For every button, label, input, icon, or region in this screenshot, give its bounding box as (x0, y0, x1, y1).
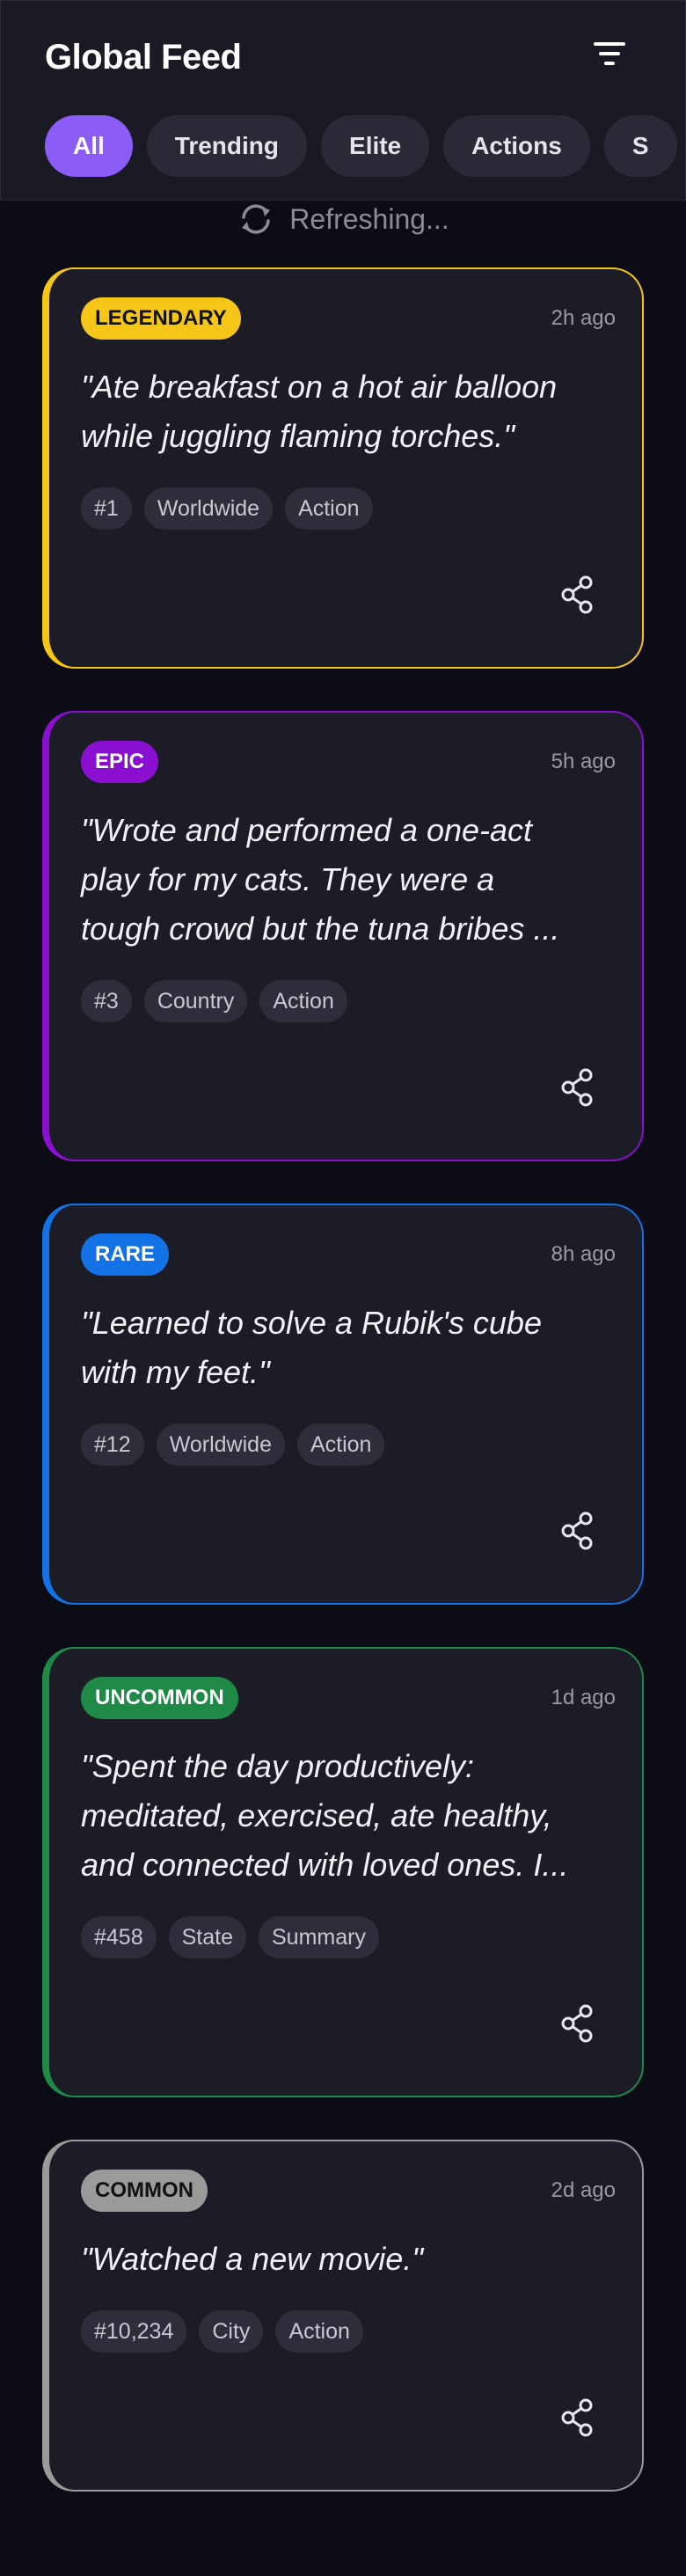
tag-chip: City (199, 2310, 264, 2353)
share-icon (561, 1068, 593, 1107)
filter-chip-s[interactable]: S (603, 115, 677, 177)
tag-chip: #3 (81, 980, 132, 1022)
tag-chip: Action (296, 1423, 385, 1466)
feed-card-uncommon[interactable]: UNCOMMON 1d ago "Spent the day productivel… (42, 1647, 644, 2097)
post-timestamp: 5h ago (551, 750, 616, 773)
share-button[interactable] (554, 572, 600, 618)
share-icon (561, 575, 593, 614)
refresh-indicator: Refreshing... (0, 195, 686, 243)
tag-chip: #10,234 (81, 2310, 187, 2353)
post-tags: #12 Worldwide Action (81, 1423, 397, 1466)
share-button[interactable] (554, 1065, 600, 1110)
post-tags: #3 Country Action (81, 980, 360, 1022)
share-icon (561, 2004, 593, 2043)
post-tags: #1 Worldwide Action (81, 487, 385, 530)
filter-tabs: All Trending Elite Actions S (45, 115, 686, 179)
share-icon (561, 2398, 593, 2437)
post-quote: "Spent the day productively: meditated, … (81, 1748, 569, 1883)
page-title: Global Feed (45, 38, 242, 77)
share-button[interactable] (554, 2395, 600, 2441)
feed-header: Global Feed All Trending Elite Actions S (0, 0, 686, 201)
rarity-badge: COMMON (81, 2170, 208, 2212)
tag-chip: Action (285, 487, 373, 530)
feed-card-epic[interactable]: EPIC 5h ago "Wrote and performed a one-act… (42, 711, 644, 1161)
post-tags: #458 State Summary (81, 1916, 391, 1958)
rarity-badge: UNCOMMON (81, 1677, 238, 1719)
post-tags: #10,234 City Action (81, 2310, 376, 2353)
feed-card-rare[interactable]: RARE 8h ago "Learned to solve a Rubik's cu… (42, 1204, 644, 1605)
rarity-badge: EPIC (81, 741, 159, 783)
feed-card-common[interactable]: COMMON 2d ago "Watched a new movie." #10,23… (42, 2140, 644, 2492)
filter-chip-elite[interactable]: Elite (321, 115, 430, 177)
refresh-label: Refreshing... (289, 202, 449, 235)
tag-chip: #12 (81, 1423, 144, 1466)
refresh-icon (242, 204, 271, 234)
tag-chip: #458 (81, 1916, 157, 1958)
tag-chip: Summary (259, 1916, 379, 1958)
post-timestamp: 2d ago (551, 2178, 616, 2202)
rarity-badge: RARE (81, 1233, 170, 1276)
feed-card-legendary[interactable]: LEGENDARY 2h ago "Ate breakfast on a hot a… (42, 267, 644, 669)
tag-chip: Action (275, 2310, 363, 2353)
post-timestamp: 2h ago (551, 306, 616, 330)
tag-chip: Worldwide (156, 1423, 285, 1466)
post-quote: "Ate breakfast on a hot air balloon whil… (81, 369, 558, 454)
filter-chip-trending[interactable]: Trending (146, 115, 308, 177)
rarity-badge: LEGENDARY (81, 297, 241, 340)
filter-chip-actions[interactable]: Actions (443, 115, 590, 177)
tag-chip: #1 (81, 487, 132, 530)
share-button[interactable] (554, 1508, 600, 1554)
post-timestamp: 8h ago (551, 1242, 616, 1266)
filter-icon (594, 42, 625, 65)
post-quote: "Learned to solve a Rubik's cube with my… (81, 1305, 542, 1390)
tag-chip: Worldwide (143, 487, 274, 530)
tag-chip: Action (259, 980, 347, 1022)
filter-button[interactable] (583, 34, 636, 73)
share-button[interactable] (554, 2001, 600, 2046)
filter-chip-all[interactable]: All (45, 115, 133, 177)
tag-chip: Country (143, 980, 248, 1022)
share-icon (561, 1511, 593, 1550)
post-timestamp: 1d ago (551, 1686, 616, 1709)
post-quote: "Watched a new movie." (81, 2241, 424, 2277)
post-quote: "Wrote and performed a one-act play for … (81, 812, 560, 947)
tag-chip: State (168, 1916, 246, 1958)
